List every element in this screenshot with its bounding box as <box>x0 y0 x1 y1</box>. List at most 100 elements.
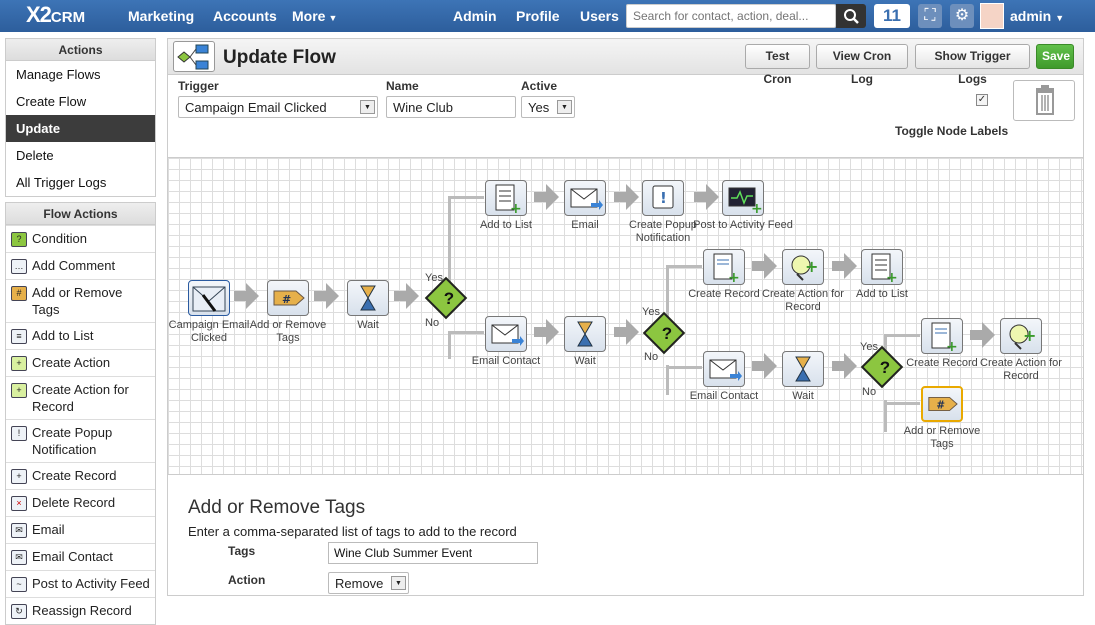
trash-icon <box>1036 85 1054 115</box>
show-trigger-logs-button[interactable]: Show Trigger Logs <box>915 44 1030 86</box>
sidebar-item-delete[interactable]: Delete <box>6 142 155 169</box>
page-title: Update Flow <box>223 47 336 68</box>
arrow <box>326 283 339 309</box>
flow-action-delete-record[interactable]: × Delete Record <box>6 489 155 516</box>
add-to-list-node[interactable]: + <box>485 180 527 217</box>
node-label: Add to List <box>856 288 908 300</box>
nav-users[interactable]: Users <box>580 8 619 24</box>
flow-action-create-action[interactable]: + Create Action <box>6 349 155 376</box>
flow-action-create-popup[interactable]: ! Create Popup Notification <box>6 419 155 462</box>
search-input[interactable] <box>626 4 836 28</box>
branch-line <box>666 366 702 369</box>
flow-action-add-comment[interactable]: … Add Comment <box>6 252 155 279</box>
nav-marketing[interactable]: Marketing <box>128 8 194 24</box>
flow-action-reassign-record[interactable]: ↻ Reassign Record <box>6 597 155 624</box>
name-field[interactable]: Wine Club <box>386 96 516 118</box>
chevron-down-icon: ▼ <box>557 100 572 114</box>
hourglass-icon <box>795 356 811 382</box>
toggle-node-labels-label: Toggle Node Labels <box>895 124 1009 138</box>
tags-node[interactable]: # <box>267 280 309 316</box>
hourglass-icon <box>577 321 593 347</box>
flow-action-condition[interactable]: ? Condition <box>6 225 155 252</box>
test-cron-button[interactable]: Test Cron <box>745 44 810 86</box>
settings-button[interactable]: ⚙ <box>950 4 974 28</box>
flow-action-create-record[interactable]: + Create Record <box>6 462 155 489</box>
tag-icon: # <box>11 286 27 301</box>
node-label: Add or Remove Tags <box>903 425 981 450</box>
actions-heading: Actions <box>6 39 155 61</box>
top-navigation-bar: X2CRM Marketing Accounts More ▼ Admin Pro… <box>0 0 1095 32</box>
node-label: Wait <box>574 355 596 367</box>
create-action-node[interactable]: + <box>1000 318 1042 354</box>
popup-icon: ! <box>652 185 674 209</box>
active-select[interactable]: Yes ▼ <box>521 96 575 118</box>
name-label: Name <box>386 79 419 93</box>
arrow <box>614 327 626 337</box>
email-contact-node[interactable] <box>485 316 527 352</box>
view-cron-log-button[interactable]: View Cron Log <box>816 44 908 86</box>
nav-accounts[interactable]: Accounts <box>213 8 277 24</box>
popup-node[interactable]: ! <box>642 180 684 216</box>
arrow <box>832 261 844 271</box>
email-node[interactable] <box>564 180 606 216</box>
activity-feed-icon: + <box>728 187 763 217</box>
arrow <box>626 319 639 345</box>
email-contact-icon: ✉ <box>11 550 27 565</box>
wait-node[interactable] <box>564 316 606 352</box>
sidebar-item-manage-flows[interactable]: Manage Flows <box>6 61 155 88</box>
no-label: No <box>644 351 659 363</box>
email-contact-icon <box>491 324 524 346</box>
notifications-badge[interactable]: 11 <box>874 4 910 28</box>
flow-canvas[interactable]: ? Yes No ? Yes No ? Yes No Campaign Emai… <box>168 157 1083 475</box>
create-record-node[interactable]: + <box>703 249 745 286</box>
flow-action-add-remove-tags[interactable]: # Add or Remove Tags <box>6 279 155 322</box>
wait-node[interactable] <box>782 351 824 387</box>
flow-action-email[interactable]: ✉ Email <box>6 516 155 543</box>
flow-action-create-action-for-record[interactable]: + Create Action for Record <box>6 376 155 419</box>
trigger-label: Trigger <box>178 79 219 93</box>
toggle-node-labels-checkbox[interactable]: ✓ <box>976 94 988 106</box>
flow-actions-box: Flow Actions ? Condition … Add Comment # Ad… <box>5 202 156 625</box>
reassign-icon: ↻ <box>11 604 27 619</box>
flow-actions-heading: Flow Actions <box>6 203 155 225</box>
activity-feed-node[interactable]: + <box>722 180 764 217</box>
sidebar-item-all-trigger-logs[interactable]: All Trigger Logs <box>6 169 155 196</box>
tags-node-selected[interactable]: # <box>921 386 963 422</box>
save-button[interactable]: Save <box>1036 44 1074 69</box>
fullscreen-button[interactable]: ⛶ <box>918 4 942 28</box>
app-logo[interactable]: X2CRM <box>26 2 85 28</box>
list-icon: + <box>495 184 522 217</box>
flow-action-email-contact[interactable]: ✉ Email Contact <box>6 543 155 570</box>
arrow <box>694 192 706 202</box>
action-select[interactable]: Remove ▼ <box>328 572 409 594</box>
email-contact-icon <box>709 359 742 381</box>
arrow <box>832 361 844 371</box>
trigger-node[interactable] <box>188 280 230 316</box>
nav-profile[interactable]: Profile <box>516 8 560 24</box>
trash-button[interactable] <box>1013 80 1075 121</box>
create-action-node[interactable]: + <box>782 249 824 285</box>
create-record-node[interactable]: + <box>921 318 963 355</box>
avatar[interactable] <box>980 3 1004 29</box>
search-button[interactable] <box>836 4 866 28</box>
campaign-email-icon <box>192 286 226 312</box>
email-contact-node[interactable] <box>703 351 745 387</box>
sidebar-item-create-flow[interactable]: Create Flow <box>6 88 155 115</box>
flow-action-post-activity-feed[interactable]: ~ Post to Activity Feed <box>6 570 155 597</box>
node-label: Post to Activity Feed <box>693 219 793 231</box>
tags-field[interactable]: Wine Club Summer Event <box>328 542 538 564</box>
comment-icon: … <box>11 259 27 274</box>
add-to-list-node[interactable]: + <box>861 249 903 286</box>
arrow <box>982 322 995 348</box>
svg-text:+: + <box>805 257 818 276</box>
arrow <box>970 330 982 340</box>
user-menu[interactable]: admin ▼ <box>1010 8 1064 24</box>
nav-admin[interactable]: Admin <box>453 8 497 24</box>
sidebar-item-update[interactable]: Update <box>6 115 155 142</box>
trigger-select[interactable]: Campaign Email Clicked ▼ <box>178 96 378 118</box>
branch-line <box>448 331 484 334</box>
flow-action-add-to-list[interactable]: ≡ Add to List <box>6 322 155 349</box>
wait-node[interactable] <box>347 280 389 316</box>
svg-text:+: + <box>751 201 763 215</box>
nav-more[interactable]: More ▼ <box>292 8 337 24</box>
